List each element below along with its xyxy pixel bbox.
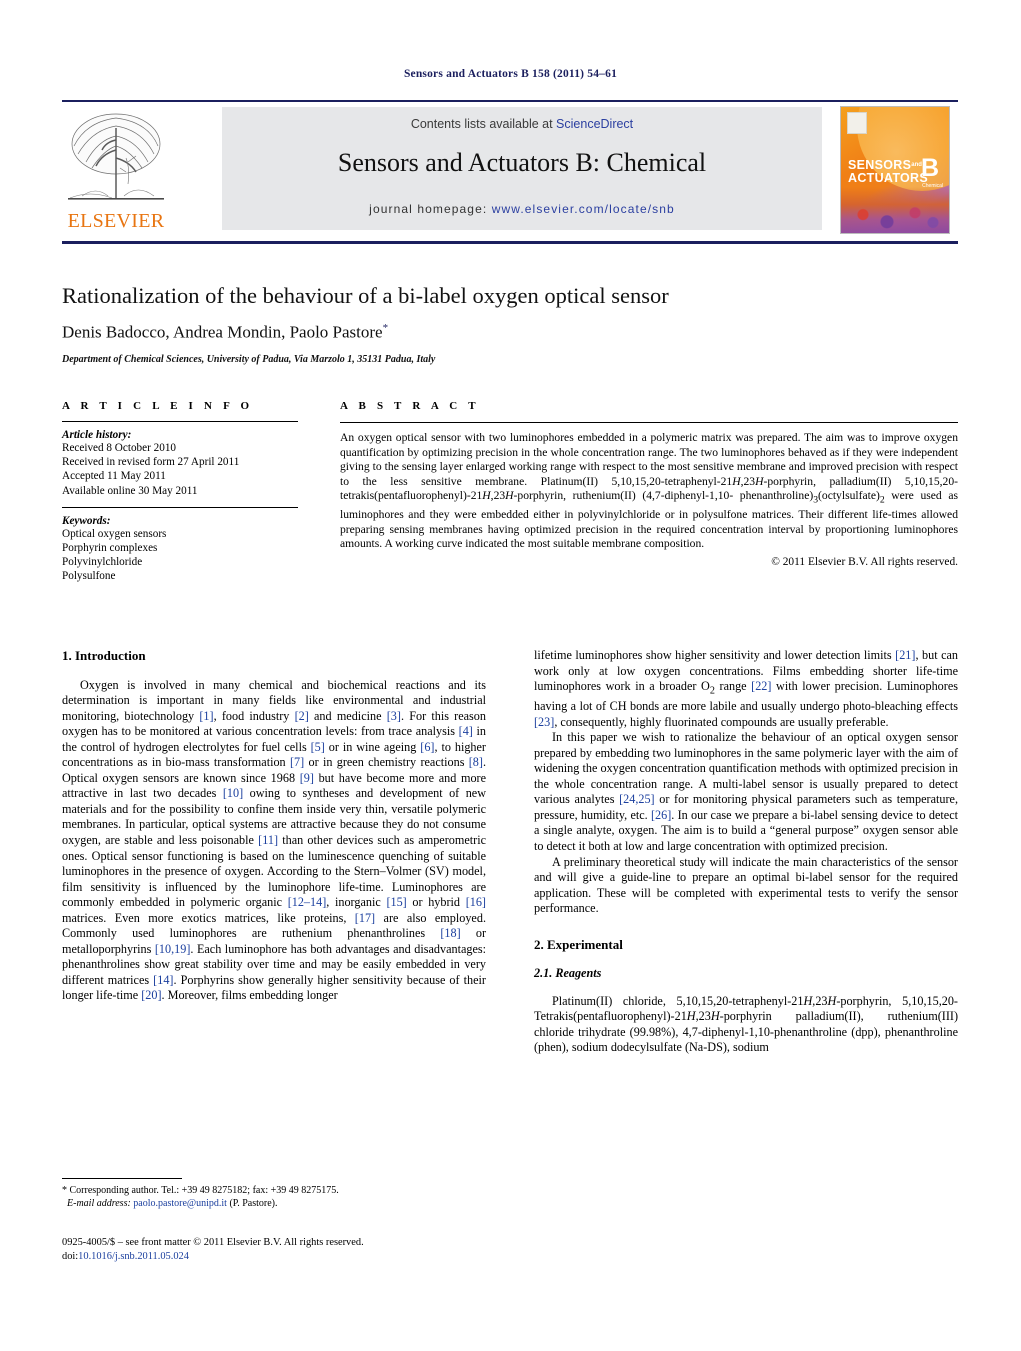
doi-label: doi: bbox=[62, 1250, 79, 1262]
front-matter-line: 0925-4005/$ – see front matter © 2011 El… bbox=[62, 1237, 364, 1248]
paragraph-introduction: Oxygen is involved in many chemical and … bbox=[62, 677, 487, 1003]
article-history-label: Article history: bbox=[62, 429, 132, 441]
contents-prefix: Contents lists available at bbox=[410, 117, 557, 131]
homepage-label: journal homepage: bbox=[369, 202, 488, 216]
email-person: (P. Pastore). bbox=[229, 1198, 278, 1210]
corresponding-author-marker: * bbox=[382, 322, 389, 334]
keyword-item: Polyvinylchloride bbox=[62, 556, 143, 569]
journal-homepage-line: journal homepage: www.elsevier.com/locat… bbox=[222, 202, 822, 216]
doi-line: doi:10.1016/j.snb.2011.05.024 bbox=[62, 1250, 502, 1264]
cover-line2: ACTUATORS bbox=[848, 171, 929, 186]
section-heading-experimental: 2. Experimental bbox=[534, 936, 623, 952]
email-link[interactable]: paolo.pastore@unipd.it bbox=[133, 1198, 227, 1209]
keywords-label: Keywords: bbox=[62, 514, 111, 527]
elsevier-wordmark: ELSEVIER bbox=[67, 210, 165, 232]
history-item: Accepted 11 May 2011 bbox=[62, 470, 166, 483]
homepage-url[interactable]: www.elsevier.com/locate/snb bbox=[492, 202, 675, 216]
section-heading-introduction: 1. Introduction bbox=[62, 648, 146, 663]
cover-speckle-decoration bbox=[845, 193, 945, 229]
journal-title: Sensors and Actuators B: Chemical bbox=[337, 148, 707, 177]
history-item: Received 8 October 2010 bbox=[62, 442, 177, 454]
contents-line: Contents lists available at ScienceDirec… bbox=[222, 117, 822, 131]
history-item: Available online 30 May 2011 bbox=[62, 484, 198, 497]
doi-value[interactable]: 10.1016/j.snb.2011.05.024 bbox=[78, 1251, 189, 1262]
paper-page: Sensors and Actuators B 158 (2011) 54–61 bbox=[0, 0, 1021, 1351]
masthead-bottom-rule bbox=[62, 241, 958, 244]
footnote-block: * Corresponding author. Tel.: +39 49 827… bbox=[62, 1184, 486, 1211]
subsection-heading-reagents: 2.1. Reagents bbox=[534, 966, 602, 981]
history-item: Received in revised form 27 April 2011 bbox=[62, 456, 240, 469]
imprint-block: 0925-4005/$ – see front matter © 2011 El… bbox=[62, 1236, 502, 1263]
cover-elsevier-mark bbox=[847, 112, 867, 134]
paragraph-aim: In this paper we wish to rationalize the… bbox=[534, 730, 958, 853]
keyword-item: Polysulfone bbox=[62, 570, 116, 583]
cover-series-letter: B bbox=[920, 154, 939, 182]
info-abstract-block: A R T I C L E I N F O Article history: R… bbox=[62, 400, 958, 630]
journal-citation: Sensors and Actuators B 158 (2011) 54–61 bbox=[403, 68, 618, 80]
abstract-heading: A B S T R A C T bbox=[340, 400, 480, 412]
paragraph-reagents: Platinum(II) chloride, 5,10,15,20-tetrap… bbox=[534, 993, 958, 1055]
article-info-divider-top bbox=[62, 421, 298, 422]
paragraph-preliminary-study: A preliminary theoretical study will ind… bbox=[534, 854, 958, 916]
keyword-item: Optical oxygen sensors bbox=[62, 527, 167, 540]
author-names: Denis Badocco, Andrea Mondin, Paolo Past… bbox=[62, 322, 383, 342]
footnote-separator bbox=[62, 1178, 182, 1179]
keyword-item: Porphyrin complexes bbox=[62, 542, 158, 555]
abstract-copyright: © 2011 Elsevier B.V. All rights reserved… bbox=[771, 556, 958, 569]
elsevier-tree-icon bbox=[68, 113, 164, 200]
journal-cover-thumbnail: SENSORSand ACTUATORS B Chemical bbox=[840, 106, 950, 234]
cover-line1: SENSORS bbox=[848, 158, 912, 172]
sciencedirect-link[interactable]: ScienceDirect bbox=[556, 117, 633, 131]
elsevier-logo: ELSEVIER bbox=[62, 106, 170, 234]
cover-subtitle: Chemical bbox=[922, 183, 943, 189]
cover-title-text: SENSORSand ACTUATORS bbox=[848, 158, 929, 186]
email-label: E-mail address: bbox=[67, 1198, 131, 1210]
abstract-column: A B S T R A C T An oxygen optical sensor… bbox=[340, 400, 958, 568]
journal-masthead: ELSEVIER Contents lists available at Sci… bbox=[62, 100, 958, 234]
page-title: Rationalization of the behaviour of a bi… bbox=[62, 283, 669, 308]
body-column-left: 1. Introduction Oxygen is involved in ma… bbox=[62, 648, 486, 1004]
abstract-body: An oxygen optical sensor with two lumino… bbox=[340, 431, 958, 551]
journal-banner: Contents lists available at ScienceDirec… bbox=[222, 107, 822, 230]
paragraph-continued: lifetime luminophores show higher sensit… bbox=[534, 648, 958, 729]
body-column-right: lifetime luminophores show higher sensit… bbox=[534, 648, 958, 1056]
article-info-heading: A R T I C L E I N F O bbox=[62, 400, 254, 412]
article-info-divider-bottom bbox=[62, 506, 298, 508]
email-note: E-mail address: paolo.pastore@unipd.it (… bbox=[62, 1197, 486, 1210]
affiliation: Department of Chemical Sciences, Univers… bbox=[62, 354, 436, 365]
abstract-divider bbox=[340, 422, 958, 423]
corresponding-author-note: * Corresponding author. Tel.: +39 49 827… bbox=[62, 1185, 339, 1196]
article-info-column: A R T I C L E I N F O Article history: R… bbox=[62, 400, 298, 584]
author-list: Denis Badocco, Andrea Mondin, Paolo Past… bbox=[62, 322, 958, 343]
